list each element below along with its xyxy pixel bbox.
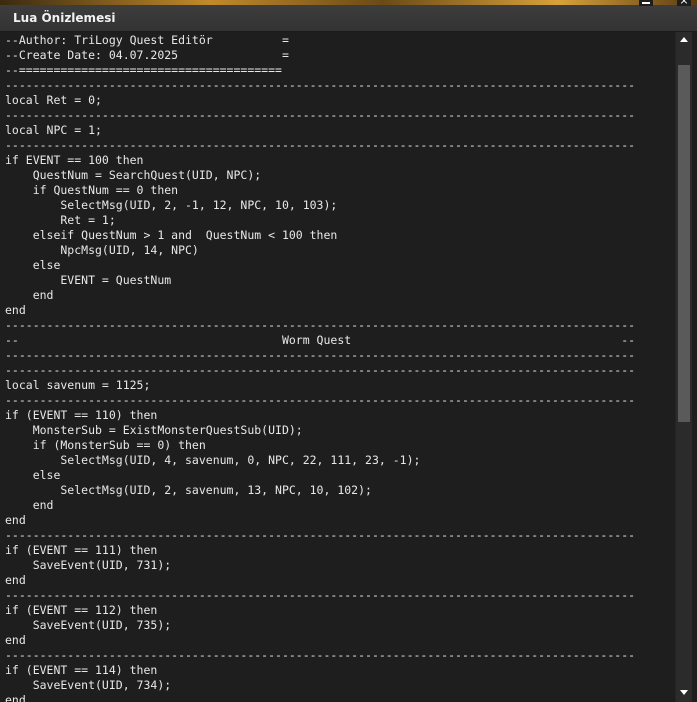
code-line: else (5, 468, 61, 482)
code-line: ----------------------------------------… (5, 528, 636, 542)
code-line: if (EVENT == 110) then (5, 408, 158, 422)
code-line: --Author: TriLogy Quest Editör = (5, 33, 289, 47)
code-line: end (5, 288, 54, 302)
window-title: Lua Önizlemesi (13, 11, 116, 25)
arrow-down-icon (680, 690, 688, 695)
code-line: ----------------------------------------… (5, 648, 636, 662)
arrow-up-icon (680, 37, 688, 42)
code-line: else (5, 258, 61, 272)
close-icon: × (679, 0, 689, 7)
code-line: -- Worm Quest -- (5, 333, 636, 347)
lua-preview-window: Lua Önizlemesi × --Author: TriLogy Quest… (0, 0, 697, 702)
code-line: SelectMsg(UID, 2, savenum, 13, NPC, 10, … (5, 483, 372, 497)
code-line: if (MonsterSub == 0) then (5, 438, 206, 452)
scroll-up-button[interactable] (676, 32, 692, 48)
code-line: QuestNum = SearchQuest(UID, NPC); (5, 168, 262, 182)
code-line: SaveEvent(UID, 734); (5, 678, 172, 692)
code-line: ----------------------------------------… (5, 318, 636, 332)
code-line: if (EVENT == 112) then (5, 603, 158, 617)
code-line: if (EVENT == 114) then (5, 663, 158, 677)
code-line: ----------------------------------------… (5, 108, 636, 122)
code-line: --====================================== (5, 63, 282, 77)
code-line: NpcMsg(UID, 14, NPC) (5, 243, 199, 257)
code-line: ----------------------------------------… (5, 138, 636, 152)
code-line: SaveEvent(UID, 731); (5, 558, 172, 572)
code-line: if QuestNum == 0 then (5, 183, 179, 197)
code-line: SelectMsg(UID, 4, savenum, 0, NPC, 22, 1… (5, 453, 421, 467)
code-line: SelectMsg(UID, 2, -1, 12, NPC, 10, 103); (5, 198, 338, 212)
code-line: EVENT = QuestNum (5, 273, 172, 287)
code-line: elseif QuestNum > 1 and QuestNum < 100 t… (5, 228, 338, 242)
vertical-scrollbar[interactable] (675, 32, 692, 702)
code-line: SaveEvent(UID, 735); (5, 618, 172, 632)
code-line: local NPC = 1; (5, 123, 102, 137)
code-line: ----------------------------------------… (5, 363, 636, 377)
code-line: MonsterSub = ExistMonsterQuestSub(UID); (5, 423, 303, 437)
code-line: ----------------------------------------… (5, 78, 636, 92)
title-bar[interactable]: Lua Önizlemesi (0, 5, 697, 32)
code-line: local Ret = 0; (5, 93, 102, 107)
code-line: end (5, 498, 54, 512)
close-button[interactable]: × (677, 0, 691, 6)
window-right-edge (692, 32, 697, 702)
code-line: end (5, 303, 26, 317)
code-text[interactable]: --Author: TriLogy Quest Editör = --Create… (5, 33, 635, 702)
code-editor[interactable]: --Author: TriLogy Quest Editör = --Create… (0, 32, 675, 702)
code-line: end (5, 693, 26, 702)
code-line: Ret = 1; (5, 213, 116, 227)
code-line: ----------------------------------------… (5, 348, 636, 362)
code-line: end (5, 573, 26, 587)
code-line: if EVENT == 100 then (5, 153, 144, 167)
scroll-down-button[interactable] (676, 684, 692, 700)
code-line: local savenum = 1125; (5, 378, 151, 392)
minimize-icon (642, 2, 650, 4)
scroll-thumb[interactable] (678, 65, 690, 422)
minimize-button[interactable] (639, 0, 653, 6)
code-line: --Create Date: 04.07.2025 = (5, 48, 289, 62)
code-line: ----------------------------------------… (5, 588, 636, 602)
code-line: end (5, 513, 26, 527)
code-line: end (5, 633, 26, 647)
code-line: ----------------------------------------… (5, 393, 636, 407)
code-line: if (EVENT == 111) then (5, 543, 158, 557)
